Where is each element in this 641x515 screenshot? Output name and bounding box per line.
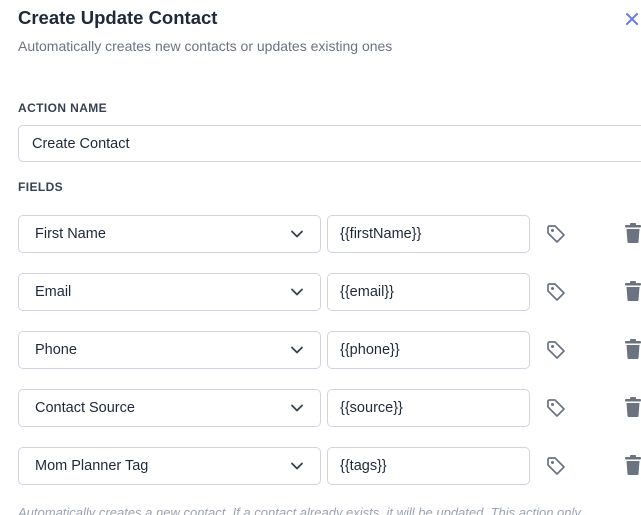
tag-icon <box>547 341 565 359</box>
insert-tag-button[interactable] <box>545 223 567 245</box>
fields-label: FIELDS <box>18 180 64 194</box>
field-select-value: Email <box>35 284 72 300</box>
field-select-value: Contact Source <box>35 400 135 416</box>
insert-tag-button[interactable] <box>545 281 567 303</box>
delete-field-button[interactable] <box>624 454 641 476</box>
field-value-input[interactable] <box>327 331 530 369</box>
action-name-input[interactable] <box>18 125 641 162</box>
field-value-input[interactable] <box>327 389 530 427</box>
tag-icon <box>547 283 565 301</box>
chevron-down-icon <box>291 230 303 238</box>
insert-tag-button[interactable] <box>545 339 567 361</box>
trash-icon <box>625 339 641 359</box>
delete-field-button[interactable] <box>624 280 641 302</box>
field-select[interactable]: Mom Planner Tag <box>18 447 321 485</box>
field-row: Phone <box>0 331 641 371</box>
tag-icon <box>547 225 565 243</box>
delete-field-button[interactable] <box>624 222 641 244</box>
field-row: Contact Source <box>0 389 641 429</box>
field-select-value: Mom Planner Tag <box>35 458 149 474</box>
delete-field-button[interactable] <box>624 396 641 418</box>
field-select-value: First Name <box>35 226 106 242</box>
close-button[interactable] <box>623 8 641 30</box>
field-select-value: Phone <box>35 342 77 358</box>
field-value-input[interactable] <box>327 447 530 485</box>
field-row: Email <box>0 273 641 313</box>
field-value-input[interactable] <box>327 215 530 253</box>
tag-icon <box>547 457 565 475</box>
chevron-down-icon <box>291 462 303 470</box>
close-icon <box>626 13 638 25</box>
chevron-down-icon <box>291 346 303 354</box>
field-select[interactable]: Contact Source <box>18 389 321 427</box>
panel-title: Create Update Contact <box>18 7 218 28</box>
insert-tag-button[interactable] <box>545 455 567 477</box>
field-row: Mom Planner Tag <box>0 447 641 487</box>
trash-icon <box>625 455 641 475</box>
chevron-down-icon <box>291 288 303 296</box>
create-update-contact-panel: Create Update Contact Automatically crea… <box>0 0 641 515</box>
field-row: First Name <box>0 215 641 255</box>
delete-field-button[interactable] <box>624 338 641 360</box>
tag-icon <box>547 399 565 417</box>
field-value-input[interactable] <box>327 273 530 311</box>
field-select[interactable]: First Name <box>18 215 321 253</box>
chevron-down-icon <box>291 404 303 412</box>
trash-icon <box>625 281 641 301</box>
trash-icon <box>625 223 641 243</box>
field-select[interactable]: Email <box>18 273 321 311</box>
panel-subtitle: Automatically creates new contacts or up… <box>18 38 393 54</box>
trash-icon <box>625 397 641 417</box>
footer-note: Automatically creates a new contact. If … <box>18 505 581 515</box>
field-select[interactable]: Phone <box>18 331 321 369</box>
action-name-label: ACTION NAME <box>18 101 108 115</box>
insert-tag-button[interactable] <box>545 397 567 419</box>
